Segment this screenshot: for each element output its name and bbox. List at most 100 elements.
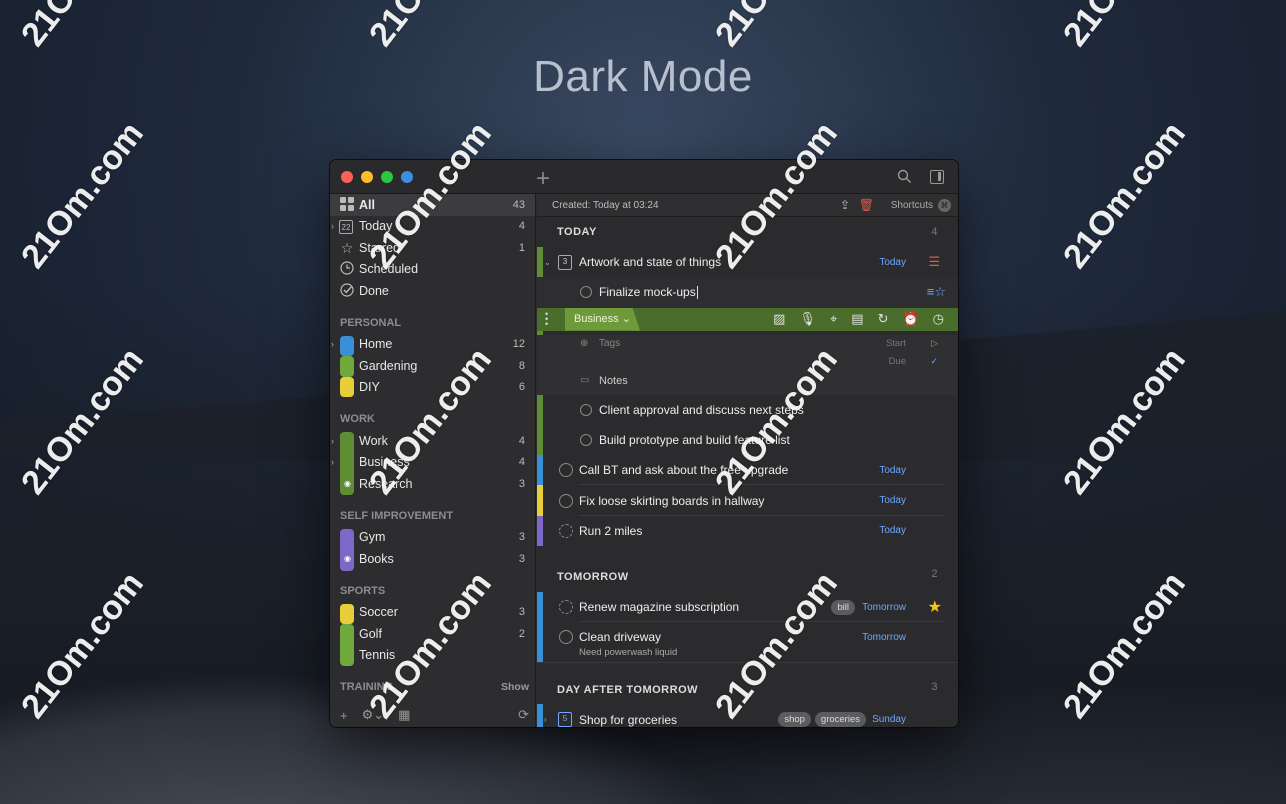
sidebar-item-books[interactable]: ◉ Books 3: [330, 548, 535, 570]
project-selector[interactable]: Business ⌄: [565, 307, 640, 331]
task-row-callbt[interactable]: Call BT and ask about the free upgrade T…: [537, 455, 958, 486]
plus-icon[interactable]: +: [340, 708, 348, 723]
task-row-driveway[interactable]: Clean driveway Tomorrow Need powerwash l…: [537, 622, 958, 663]
minimize-button[interactable]: [361, 170, 373, 183]
timer-icon[interactable]: ◷: [933, 311, 944, 327]
refresh-icon[interactable]: ⟳: [518, 707, 529, 723]
calendar-icon[interactable]: ▦: [398, 707, 410, 723]
sidebar-item-gym[interactable]: Gym 3: [330, 527, 535, 549]
checkbox[interactable]: [580, 286, 592, 299]
repeat-checkbox[interactable]: [559, 523, 573, 538]
command-icon[interactable]: ⌘: [938, 199, 951, 212]
location-pin-icon[interactable]: ⌖: [830, 311, 837, 327]
tag-badge[interactable]: shop: [778, 712, 811, 727]
shortcuts-button[interactable]: Shortcuts: [891, 200, 933, 211]
task-title: Call BT and ask about the free upgrade: [579, 463, 789, 478]
checkbox[interactable]: [559, 463, 573, 478]
task-row-groceries[interactable]: › 5 Shop for groceries shop groceries Su…: [537, 704, 958, 727]
chevron-right-icon[interactable]: ›: [331, 436, 334, 446]
repeat-checkbox[interactable]: [559, 600, 573, 615]
show-button[interactable]: Show: [501, 681, 529, 693]
task-row-build[interactable]: Build prototype and build feature list: [537, 425, 958, 455]
chevron-down-icon[interactable]: ⌄: [544, 258, 551, 267]
task-due-label: Tomorrow: [862, 601, 906, 613]
sidebar-item-soccer[interactable]: Soccer 3: [330, 602, 535, 624]
sidebar-item-home[interactable]: › Home 12: [330, 334, 535, 356]
image-icon[interactable]: ▨: [773, 311, 785, 327]
task-title: Client approval and discuss next steps: [599, 402, 804, 417]
sidebar-item-scheduled[interactable]: Scheduled: [330, 259, 535, 281]
task-title: Run 2 miles: [579, 523, 643, 538]
task-tags: bill: [831, 599, 855, 615]
sidebar-item-starred[interactable]: ☆ Starred 1: [330, 237, 535, 259]
check-icon[interactable]: ✓: [930, 356, 938, 367]
clapper-icon[interactable]: ▤: [851, 311, 863, 327]
checkbox[interactable]: [559, 493, 573, 508]
checkbox[interactable]: [580, 403, 592, 416]
sidebar-item-today[interactable]: › 22 Today 4: [330, 216, 535, 238]
sidebar-item-count: 3: [518, 531, 525, 544]
note-icon: ▭: [580, 375, 590, 387]
watermark-text: 21Om.com: [708, 0, 846, 54]
task-row-run[interactable]: Run 2 miles Today: [537, 515, 958, 547]
info-bar: Created: Today at 03:24 ⇪ 🗑 Shortcuts ⌘: [537, 194, 958, 217]
chevron-right-icon[interactable]: ›: [331, 457, 334, 467]
sidebar-item-business[interactable]: › Business 4: [330, 452, 535, 474]
sidebar-item-label: DIY: [359, 380, 380, 395]
play-icon[interactable]: ▷: [931, 338, 938, 349]
microphone-icon[interactable]: 🎙: [799, 311, 816, 327]
sidebar-item-golf[interactable]: Golf 2: [330, 623, 535, 645]
task-row-skirting[interactable]: Fix loose skirting boards in hallway Tod…: [537, 485, 958, 517]
group-header-training[interactable]: TRAINING Show: [330, 674, 535, 696]
sidebar-item-count: 4: [518, 456, 525, 469]
zoom-button[interactable]: [381, 170, 393, 183]
gear-icon[interactable]: ⚙⌄: [362, 707, 385, 723]
task-row-client[interactable]: Client approval and discuss next steps: [537, 395, 958, 425]
tags-field[interactable]: ⊕ Tags Start ▷: [537, 335, 958, 353]
star-icon[interactable]: ★: [928, 597, 942, 617]
alarm-icon[interactable]: ⏰: [902, 311, 918, 327]
sidebar-item-work[interactable]: › Work 4: [330, 430, 535, 452]
plus-icon[interactable]: +: [536, 165, 550, 193]
search-icon[interactable]: [897, 169, 912, 184]
project-stripe: [537, 592, 543, 623]
chevron-right-icon[interactable]: ›: [544, 715, 547, 724]
sidebar-item-diy[interactable]: DIY 6: [330, 377, 535, 399]
sidebar-item-gardening[interactable]: Gardening 8: [330, 355, 535, 377]
share-icon[interactable]: ⇪: [840, 198, 850, 212]
sidebar-panel-icon[interactable]: [930, 170, 944, 184]
list-priority-icon[interactable]: ☰: [928, 254, 940, 270]
sidebar-item-all[interactable]: All 43: [330, 194, 535, 216]
notes-field[interactable]: ▭ Notes: [537, 371, 958, 391]
notes-placeholder: Notes: [599, 374, 628, 387]
checkbox[interactable]: [580, 434, 592, 447]
drag-handle-icon[interactable]: • • •: [545, 309, 548, 328]
sidebar-item-done[interactable]: Done: [330, 280, 535, 302]
project-stripe: [537, 455, 543, 486]
chevron-right-icon[interactable]: ›: [331, 339, 334, 349]
task-due-label: Sunday: [872, 714, 906, 726]
sidebar-item-label: Scheduled: [359, 262, 419, 277]
task-row-artwork[interactable]: ⌄ 3 Artwork and state of things Today ☰: [537, 247, 958, 277]
group-header-personal: PERSONAL: [340, 316, 402, 329]
repeat-icon[interactable]: ↻: [878, 311, 889, 327]
sidebar-item-tennis[interactable]: Tennis: [330, 645, 535, 667]
due-row[interactable]: Due ✓: [537, 353, 958, 371]
trash-icon[interactable]: 🗑: [859, 198, 874, 212]
task-row-finalize[interactable]: Finalize mock-ups ≡☆: [537, 277, 958, 308]
close-button[interactable]: [341, 170, 353, 183]
created-label: Created: Today at 03:24: [552, 199, 659, 211]
checkbox[interactable]: [559, 630, 573, 645]
chevron-right-icon[interactable]: ›: [331, 221, 334, 231]
project-stripe: [537, 485, 543, 516]
task-title-input[interactable]: Finalize mock-ups: [599, 285, 696, 299]
tag-badge[interactable]: bill: [831, 599, 855, 615]
sidebar-item-research[interactable]: ◉ Research 3: [330, 473, 535, 495]
sidebar-item-label: Research: [359, 476, 413, 491]
list-star-icon[interactable]: ≡☆: [927, 284, 946, 300]
sidebar-item-label: Work: [359, 433, 388, 448]
watermark-text: 21Om.com: [14, 0, 152, 54]
tag-badge[interactable]: groceries: [814, 712, 866, 727]
sidebar-item-count: 4: [518, 220, 525, 233]
task-row-magazine[interactable]: Renew magazine subscription bill Tomorro…: [537, 592, 958, 623]
